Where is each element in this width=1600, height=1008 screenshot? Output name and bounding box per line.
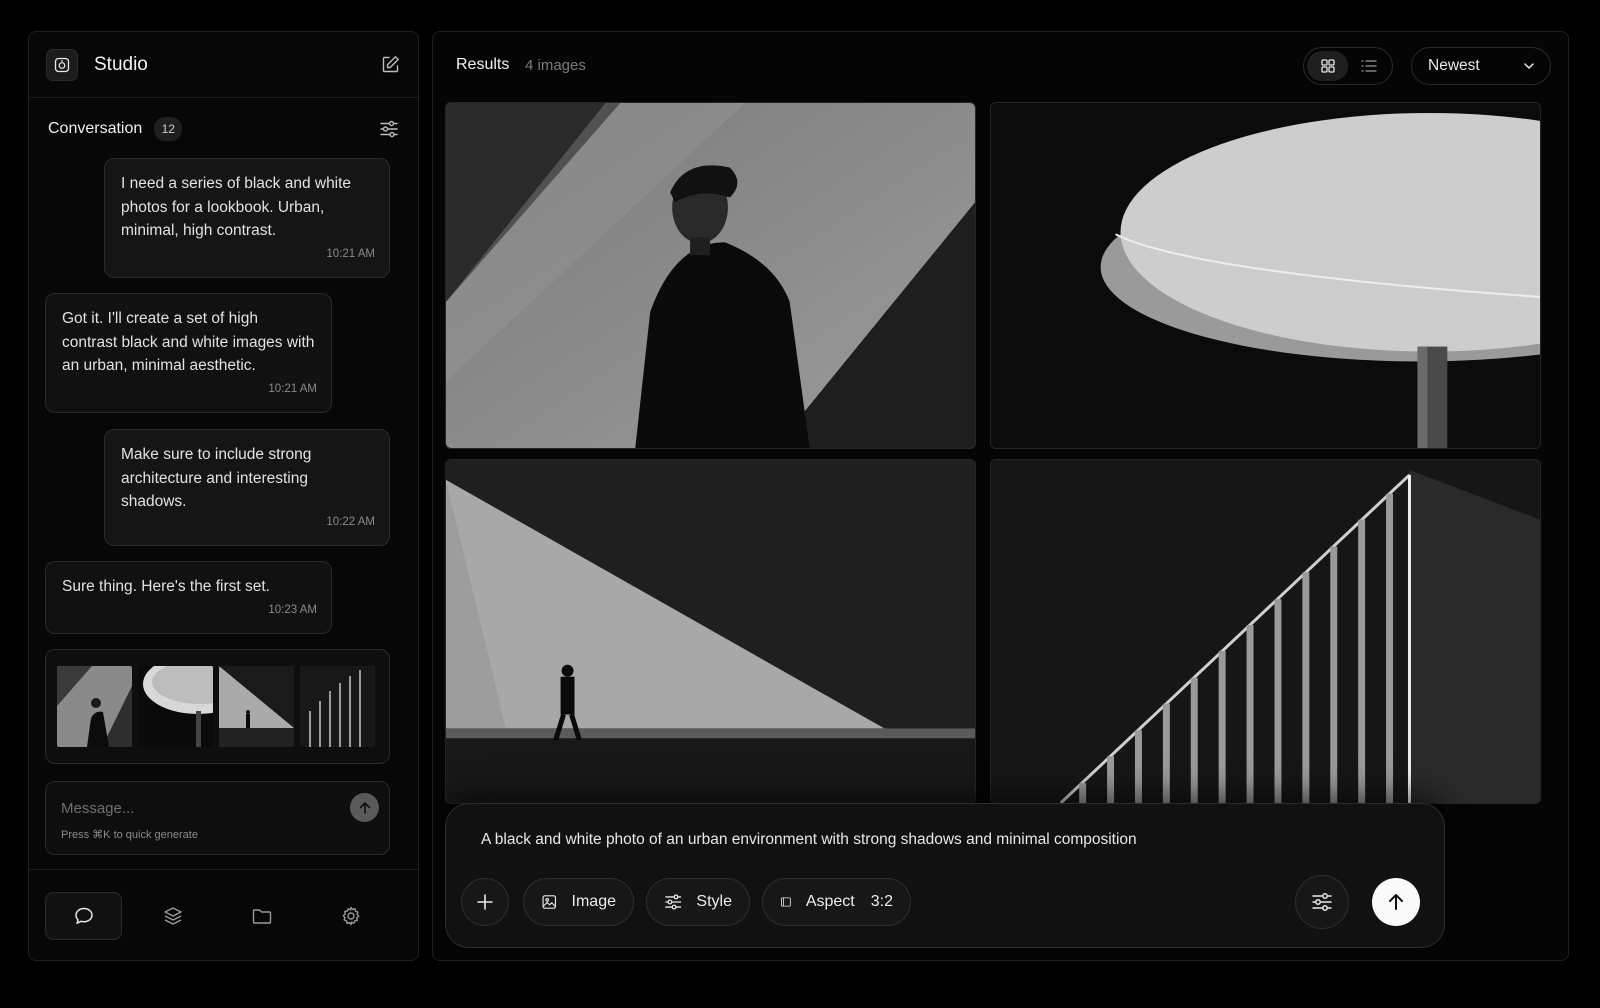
message-user: Make sure to include strong architecture… [104, 429, 390, 546]
prompt-bar: A black and white photo of an urban envi… [445, 803, 1445, 948]
results-count: 4 images [525, 57, 586, 74]
nav-chat-button[interactable] [45, 892, 122, 940]
image-mode-label: Image [571, 893, 616, 910]
aspect-label: Aspect [805, 893, 855, 910]
grid-icon [1320, 59, 1335, 73]
arrow-up-icon [359, 801, 370, 814]
nav-layers-button[interactable] [134, 892, 211, 940]
sliders-icon [1312, 893, 1332, 911]
composer-hint: Press ⌘K to quick generate [61, 829, 198, 841]
sidebar: Studio Conversation 12 I need a series o… [28, 31, 419, 961]
aspect-value: 3:2 [870, 893, 893, 910]
thumbnail-facade[interactable] [300, 666, 375, 747]
message-text: Make sure to include strong architecture… [121, 446, 312, 510]
conversation-title: Conversation [48, 120, 143, 137]
message-assistant: Sure thing. Here's the first set. 10:23 … [45, 561, 332, 634]
sidebar-header: Studio [29, 32, 418, 98]
result-image-canopy[interactable] [990, 102, 1541, 449]
message-composer: Press ⌘K to quick generate [45, 781, 390, 855]
result-image-walker[interactable] [445, 459, 976, 804]
results-title: Results [456, 56, 510, 73]
aspect-ratio-icon [781, 897, 791, 907]
list-view-button[interactable] [1348, 51, 1389, 81]
thumbnail-walker[interactable] [219, 666, 294, 747]
grid-view-button[interactable] [1307, 51, 1348, 81]
message-input[interactable] [61, 795, 341, 821]
style-label: Style [696, 893, 732, 910]
conversation-count-badge: 12 [154, 117, 183, 141]
send-button[interactable] [350, 793, 379, 822]
message-text: Sure thing. Here's the first set. [62, 578, 270, 595]
conversation-header: Conversation 12 [29, 99, 418, 159]
app-title: Studio [94, 53, 148, 75]
message-assistant: Got it. I'll create a set of high contra… [45, 293, 332, 413]
result-thumbnails [45, 649, 390, 764]
nav-settings-button[interactable] [312, 892, 389, 940]
message-time: 10:23 AM [268, 603, 317, 616]
plus-icon [477, 894, 493, 910]
add-button[interactable] [461, 878, 509, 926]
settings-sliders-button[interactable] [1295, 875, 1349, 929]
message-time: 10:21 AM [268, 382, 317, 395]
message-time: 10:21 AM [326, 247, 375, 260]
prompt-text[interactable]: A black and white photo of an urban envi… [481, 831, 1137, 849]
list-icon [1360, 60, 1377, 72]
nav-folder-button[interactable] [223, 892, 300, 940]
message-time: 10:22 AM [326, 515, 375, 528]
generate-button[interactable] [1372, 878, 1420, 926]
sort-dropdown[interactable]: Newest [1411, 47, 1551, 85]
message-text: Got it. I'll create a set of high contra… [62, 310, 315, 374]
results-panel: Results 4 images Newest A black and whit… [432, 31, 1569, 961]
layers-icon [163, 907, 182, 925]
arrow-up-icon [1389, 894, 1403, 910]
sidebar-nav [29, 869, 418, 960]
sort-value: Newest [1428, 57, 1480, 74]
sliders-icon[interactable] [379, 119, 399, 139]
folder-icon [252, 909, 271, 924]
edit-icon[interactable] [381, 55, 400, 74]
result-image-facade[interactable] [990, 459, 1541, 804]
thumbnail-portrait[interactable] [57, 666, 132, 747]
sliders-icon [665, 894, 682, 910]
chevron-down-icon [1524, 63, 1534, 69]
message-user: I need a series of black and white photo… [104, 158, 390, 278]
view-toggle [1303, 47, 1393, 85]
image-icon [542, 895, 557, 909]
camera-logo-icon [46, 48, 78, 81]
style-button[interactable]: Style [646, 878, 750, 926]
thumbnail-canopy[interactable] [138, 666, 213, 747]
message-text: I need a series of black and white photo… [121, 175, 352, 239]
results-header: Results 4 images Newest [433, 32, 1568, 102]
settings-icon [342, 906, 359, 926]
result-image-portrait[interactable] [445, 102, 976, 449]
image-mode-button[interactable]: Image [523, 878, 634, 926]
chat-icon [74, 907, 93, 924]
aspect-button[interactable]: Aspect 3:2 [762, 878, 911, 926]
